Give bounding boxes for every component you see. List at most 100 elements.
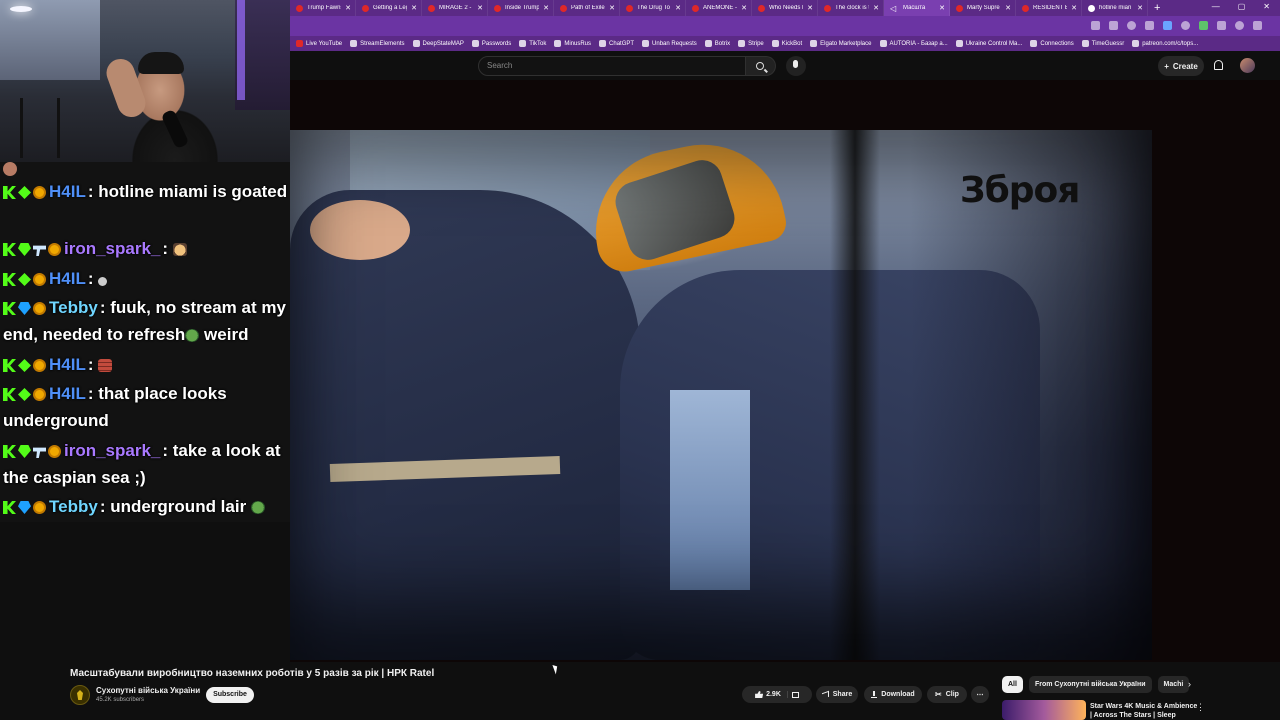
bookmark-item[interactable]: patreon.com/c/tops... (1132, 40, 1198, 47)
close-icon[interactable]: ✕ (873, 4, 879, 12)
browser-tab[interactable]: Who Needs F ✕ (752, 0, 818, 16)
bookmark-item[interactable]: Stripe (738, 40, 764, 47)
chat-username[interactable]: Tebby (49, 497, 98, 516)
extension-icon[interactable] (1091, 21, 1100, 30)
close-icon[interactable]: ✕ (345, 4, 351, 12)
browser-tab[interactable]: Marty Supre ✕ (950, 0, 1016, 16)
bookmark-star-icon[interactable] (1127, 21, 1136, 30)
translate-icon[interactable] (1109, 21, 1118, 30)
bookmark-item[interactable]: Connections (1030, 40, 1074, 47)
extension-icon[interactable] (1145, 21, 1154, 30)
account-avatar[interactable] (1240, 58, 1255, 73)
browser-tab[interactable]: The Drug To ✕ (620, 0, 686, 16)
search-favicon-icon (1088, 4, 1095, 12)
clip-button[interactable]: ✂ Clip (927, 686, 967, 703)
voice-search-button[interactable] (786, 56, 806, 76)
bookmark-item[interactable]: StreamElements (350, 40, 405, 47)
bookmark-item[interactable]: Botrix (704, 40, 730, 47)
dislike-button[interactable] (791, 691, 799, 698)
minimize-button[interactable]: — (1212, 2, 1220, 11)
browser-tab[interactable]: RESIDENT EV✕ (1016, 0, 1082, 16)
browser-tab[interactable]: ANEMONE - . ✕ (686, 0, 752, 16)
browser-tab[interactable]: Inside Trump ✕ (488, 0, 554, 16)
browser-tab[interactable]: The clock is ti ✕ (818, 0, 884, 16)
bookmark-item[interactable]: DeepStateMAP (412, 40, 464, 47)
recommended-video-thumbnail[interactable] (1002, 700, 1086, 720)
download-button[interactable]: Download (864, 686, 922, 703)
chat-username[interactable]: iron_spark_ (64, 441, 160, 460)
like-count: 2.9K (766, 691, 781, 698)
browser-tab[interactable]: Trump Fawns ✕ (290, 0, 356, 16)
close-icon[interactable]: ✕ (477, 4, 483, 12)
bookmark-item[interactable]: MinusRus (554, 40, 591, 47)
chat-badges (3, 302, 46, 315)
chat-username[interactable]: H4IL (49, 355, 86, 374)
recommended-video-title[interactable]: Star Wars 4K Music & Ambience | Across T… (1090, 702, 1200, 720)
bookmark-item[interactable]: Elgato Marketplace (810, 40, 872, 47)
profile-icon[interactable] (1235, 21, 1244, 30)
close-icon[interactable]: ✕ (675, 4, 681, 12)
browser-tab-active[interactable]: ◁ Масшта ✕ (884, 0, 950, 16)
extension-icon[interactable] (1163, 21, 1172, 30)
chip-from-channel[interactable]: From Сухопутні війська України (1028, 676, 1152, 693)
small-emote-icon (98, 277, 108, 286)
menu-icon[interactable] (1253, 21, 1262, 30)
video-frame: Зброя (290, 130, 1152, 660)
search-input[interactable]: Search (478, 56, 746, 76)
channel-name[interactable]: Сухопутні війська України (96, 686, 200, 695)
close-icon[interactable]: ✕ (609, 4, 615, 12)
close-icon[interactable]: ✕ (411, 4, 417, 12)
notifications-bell-icon[interactable] (1214, 60, 1223, 70)
bookmark-item[interactable]: Live YouTube (296, 40, 342, 47)
search-button[interactable] (746, 56, 776, 76)
like-button[interactable]: 2.9K (755, 691, 788, 698)
extension-icon[interactable] (1199, 21, 1208, 30)
streamelements-icon (350, 40, 358, 47)
channel-avatar[interactable] (70, 685, 90, 705)
browser-tab[interactable]: hotline mian ✕ (1082, 0, 1148, 16)
video-overlay-logo: Зброя (960, 170, 1080, 211)
chat-username[interactable]: H4IL (49, 182, 86, 201)
new-tab-button[interactable]: + (1154, 2, 1160, 14)
close-icon[interactable]: ✕ (939, 4, 945, 12)
close-window-button[interactable]: ✕ (1263, 2, 1270, 11)
chat-username[interactable]: H4IL (49, 384, 86, 403)
bookmark-item[interactable]: Passwords (471, 40, 511, 47)
chat-username[interactable]: iron_spark_ (64, 239, 160, 258)
share-button[interactable]: Share (816, 686, 858, 703)
close-icon[interactable]: ✕ (543, 4, 549, 12)
recommended-video-menu-icon[interactable]: ⋮ (1196, 702, 1205, 713)
autoria-icon (879, 40, 887, 47)
chat-username[interactable]: Tebby (49, 298, 98, 317)
search-icon (756, 62, 764, 70)
chat-username[interactable]: H4IL (49, 269, 86, 288)
browser-tab[interactable]: MIRAGE 2 - R ✕ (422, 0, 488, 16)
close-icon[interactable]: ✕ (807, 4, 813, 12)
refresh-icon[interactable] (1181, 21, 1190, 30)
bookmark-item[interactable]: TimeGuessr (1081, 40, 1124, 47)
close-icon[interactable]: ✕ (1137, 4, 1143, 12)
video-player[interactable]: Зброя (290, 80, 1280, 662)
bookmark-item[interactable]: AUTORIA - Базар а... (879, 40, 948, 47)
browser-tab[interactable]: Path of Exile ✕ (554, 0, 620, 16)
close-icon[interactable]: ✕ (1071, 4, 1077, 12)
maximize-button[interactable]: ▢ (1238, 2, 1246, 11)
subscribe-button[interactable]: Subscribe (206, 687, 254, 703)
bookmark-item[interactable]: Unban Requests (642, 40, 697, 47)
close-icon[interactable]: ✕ (1005, 4, 1011, 12)
bookmark-item[interactable]: Ukraine Control Ma... (955, 40, 1022, 47)
close-icon[interactable]: ✕ (741, 4, 747, 12)
more-actions-button[interactable]: ⋯ (971, 686, 989, 703)
bookmark-item[interactable]: TikTok (519, 40, 546, 47)
youtube-favicon-icon (362, 4, 369, 12)
bookmark-item[interactable]: KickBot (771, 40, 802, 47)
create-button[interactable]: + Create (1158, 56, 1204, 76)
chip-machines[interactable]: Machi (1157, 676, 1190, 693)
chip-all[interactable]: All (1002, 676, 1023, 693)
browser-tab[interactable]: Getting a Leg ✕ (356, 0, 422, 16)
speaker-icon[interactable]: ◁ (890, 4, 899, 12)
youtube-favicon-icon (1022, 4, 1029, 12)
chevron-right-icon[interactable]: › (1188, 679, 1191, 689)
bookmark-item[interactable]: ChatGPT (599, 40, 634, 47)
puzzle-icon[interactable] (1217, 21, 1226, 30)
